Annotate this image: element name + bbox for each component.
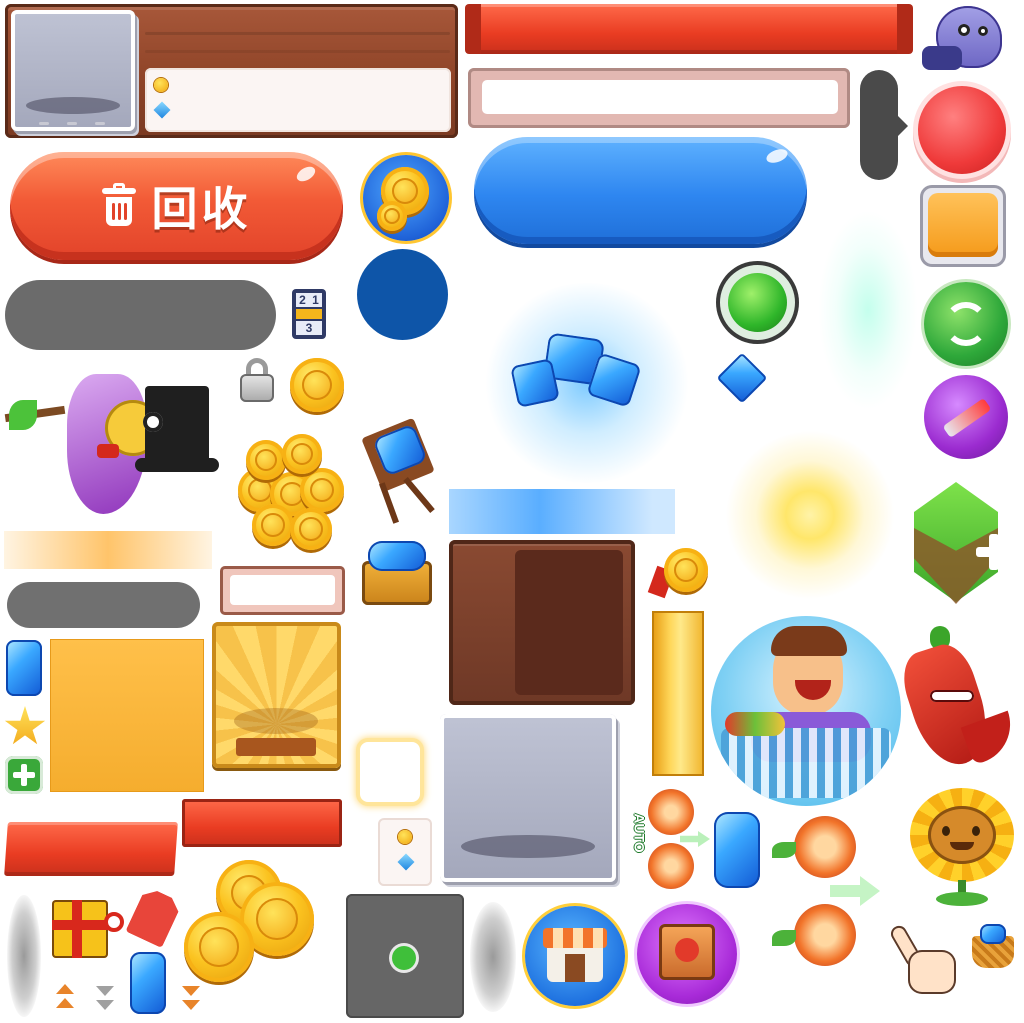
gem-icon [510,358,560,408]
selection-glow-frame [360,742,420,802]
star-icon [4,706,46,745]
plus-icon [974,532,1014,572]
shop-button[interactable] [525,906,625,1006]
gem-icon [130,952,166,1014]
side-tab-arrow [896,114,908,138]
sunflower-character [906,786,1018,910]
name-input-frame[interactable] [468,68,850,128]
coin-shop-button[interactable] [363,155,449,241]
title-ribbon-banner [465,4,913,54]
plus-icon [13,764,35,786]
flower-upgrade-group [770,812,880,984]
gem-basket-icon [966,920,1020,972]
gold-vertical-bar [652,611,704,776]
counter-digit: 1 [312,293,319,307]
gray-oval-glow [7,895,41,1017]
recycle-button-label: 回收 [151,183,252,235]
gray-oval-glow [470,902,516,1012]
green-round-button[interactable] [716,261,799,344]
counter-lock-widget: 2 1 3 [288,285,344,343]
gem-cart-icon [356,417,444,524]
progress-bar-track-small [7,582,200,628]
arrow-down-icon [176,984,206,1020]
gem-icon [6,640,42,696]
add-land-button[interactable] [908,472,1018,614]
gem-chest-icon [356,535,440,611]
gem-pile-icon [714,812,760,888]
side-tab-handle[interactable] [860,70,898,180]
magician-plant-character [4,360,227,525]
coin-icon [290,358,344,412]
recycle-button[interactable]: 回收 [10,152,343,260]
pointing-hand-icon [888,922,962,998]
red-banner-strip [4,822,178,876]
shopkeeper-avatar [711,616,901,806]
dark-blue-circle [357,249,448,340]
lock-icon [238,358,276,404]
question-icon [675,938,699,962]
clock-icon [392,946,416,970]
counter-digit: 3 [305,321,313,335]
auto-label: AUTO [631,813,648,853]
refresh-button[interactable] [924,282,1008,366]
trash-icon [101,183,136,226]
boost-syringe-button[interactable] [924,375,1008,459]
zombie-avatar-icon [918,2,1018,76]
coin-stack-icon [236,428,348,554]
gem-icon [716,352,768,404]
label-frame-small [220,566,345,615]
cyan-light-burst [818,210,918,410]
card-slot-medium[interactable] [440,714,616,882]
reward-slot-box [212,622,341,768]
auto-flower-group: AUTO [628,785,714,893]
timer-slot [346,894,464,1018]
coin-icon [184,912,254,982]
blue-action-button[interactable] [474,137,807,244]
counter-digit: 2 [299,293,306,307]
price-tag-icon [125,886,182,948]
coin-icon [377,201,407,231]
gold-medal-icon [646,544,708,600]
card-info-box [145,68,451,132]
orange-square-button[interactable] [920,185,1006,267]
orange-panel [50,639,204,792]
blue-gradient-strip [449,489,675,534]
mini-info-card [380,820,430,884]
red-banner-strip-small [182,799,342,847]
refresh-icon [944,302,988,346]
card-slot-large[interactable] [11,10,135,131]
add-small-button[interactable] [5,756,43,794]
arrow-up-icon [50,984,80,1020]
wooden-board-frame [449,540,635,705]
red-round-button[interactable] [918,86,1006,174]
coin-icon [154,78,168,92]
arrow-down-icon [90,984,120,1020]
mystery-box-button[interactable] [637,904,737,1004]
gift-box-icon [50,890,126,962]
chili-pepper-character [895,622,1022,774]
gold-light-burst [725,430,895,600]
progress-bar-track [5,280,276,350]
syringe-icon [942,397,992,439]
orange-gradient-strip [4,531,212,569]
